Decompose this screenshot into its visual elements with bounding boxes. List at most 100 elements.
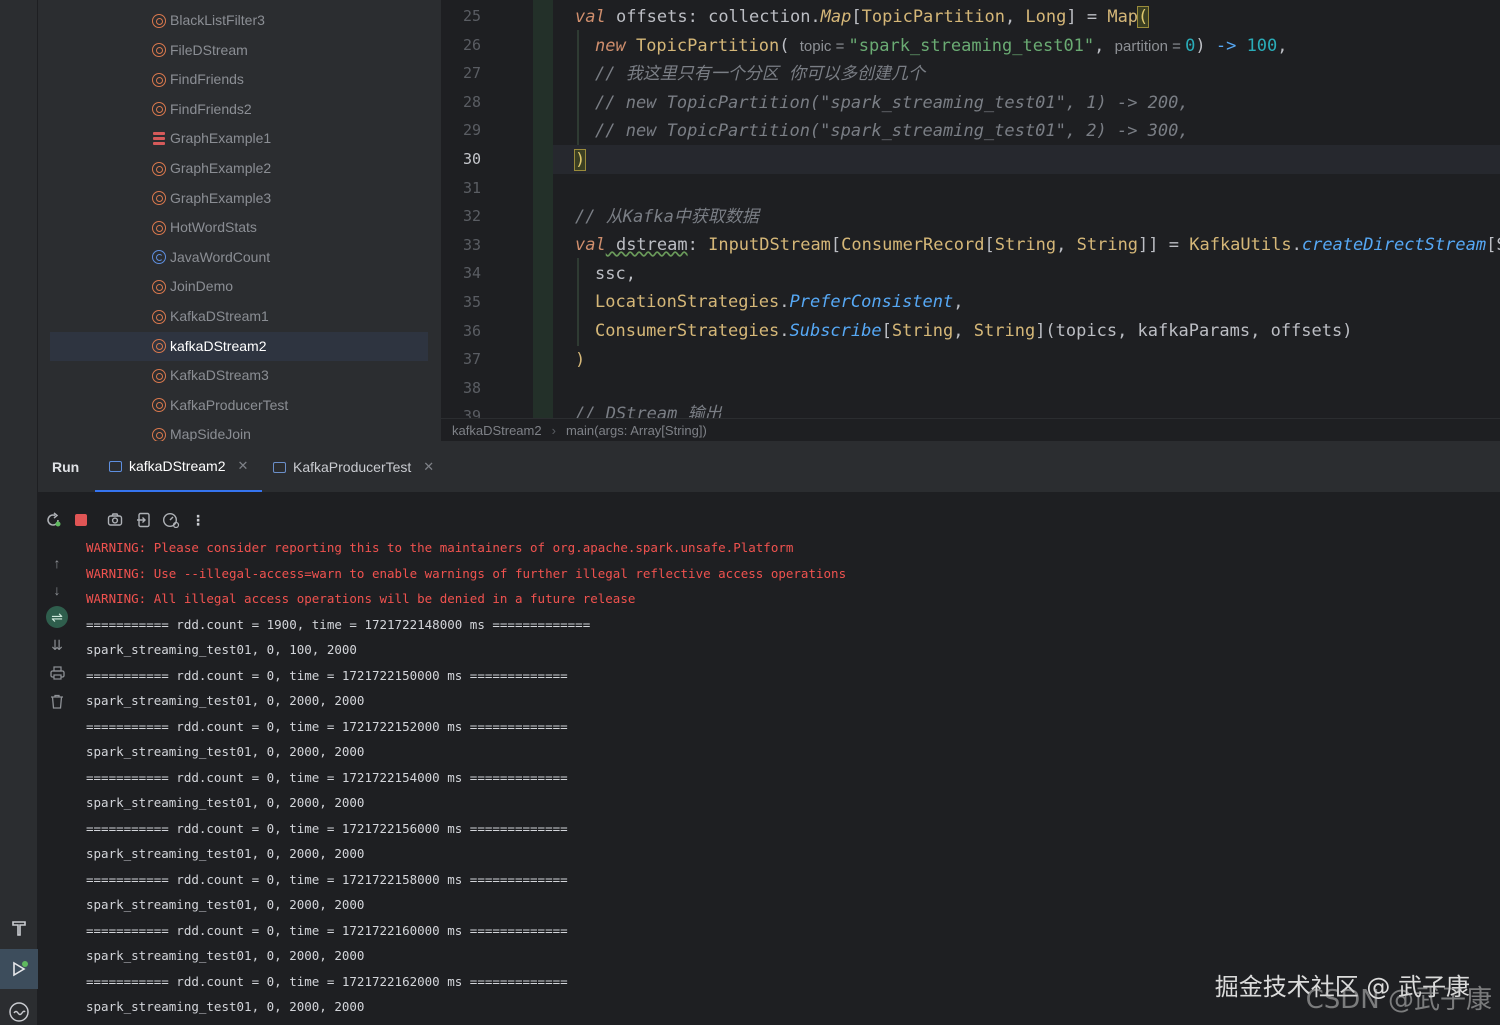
terminal-icon [9,1002,29,1022]
stack-icon [151,131,166,146]
console-output-line: =========== rdd.count = 0, time = 172172… [86,820,568,836]
object-icon [151,220,166,235]
console-output-line: =========== rdd.count = 0, time = 172172… [86,718,568,734]
build-tool-button[interactable] [0,908,38,948]
tree-item[interactable]: KafkaProducerTest [50,391,428,420]
console-output-line: =========== rdd.count = 0, time = 172172… [86,667,568,683]
code-editor[interactable]: 25 26 27 28 29 30 31 32 33 34 35 36 37 38 39 val offse… [441,0,1500,418]
tree-item-label: JoinDemo [170,278,234,295]
line-number: 29 [462,121,481,140]
line-number: 38 [462,378,481,397]
tree-item-label: KafkaDStream3 [170,367,269,384]
code-line-33: val dstream: InputDStream[ConsumerRecord… [575,235,1500,255]
tree-item[interactable]: KafkaDStream1 [50,302,428,331]
object-icon [151,279,166,294]
tab-kafkaproducertest[interactable]: KafkaProducerTest ✕ [273,442,434,492]
camera-icon [107,513,123,526]
screenshot-button[interactable] [105,510,125,530]
console-warning-line: WARNING: All illegal access operations w… [86,591,636,606]
code-line-35: LocationStrategies.PreferConsistent, [595,292,964,312]
line-number-gutter: 25 26 27 28 29 30 31 32 33 34 35 36 37 38 39 [441,0,533,418]
console-output-line: =========== rdd.count = 0, time = 172172… [86,769,568,785]
console-output-line: =========== rdd.count = 0, time = 172172… [86,871,568,887]
tab-label: KafkaProducerTest [293,459,412,475]
tree-item-label: HotWordStats [170,219,257,236]
printer-icon [49,666,65,680]
stop-button[interactable] [71,510,91,530]
watermark-csdn: CSDN @武子康 [1305,985,1492,1015]
run-tool-button[interactable] [0,949,38,989]
watermark: 掘金技术社区 @ 武子康 CSDN @武子康 [1192,967,1492,1015]
tree-item-label: GraphExample1 [170,130,272,147]
soft-wrap-button[interactable]: ⇌ [46,606,68,628]
tree-item-label: FileDStream [170,41,248,58]
console-output-line: =========== rdd.count = 0, time = 172172… [86,973,568,989]
tree-item[interactable]: kafkaDStream2 [50,331,428,361]
chevron-right-icon: › [551,422,556,438]
tree-item-label: MapSideJoin [170,426,251,441]
tree-item[interactable]: HotWordStats [50,213,428,242]
breadcrumb-file[interactable]: kafkaDStream2 [452,423,542,438]
line-number: 36 [462,321,481,340]
tree-item[interactable]: KafkaDStream3 [50,361,428,390]
more-options-button[interactable]: ⋮ [188,510,208,530]
exit-button[interactable] [134,510,154,530]
run-toolbar: ⋮ [38,504,1500,534]
console-output-line: spark_streaming_test01, 0, 2000, 2000 [86,744,365,759]
line-number: 35 [462,293,481,311]
line-number: 31 [462,178,481,197]
tree-item[interactable]: FindFriends2 [50,95,428,124]
arrow-up-icon: ↑ [53,555,61,571]
console-warning-line: WARNING: Use --illegal-access=warn to en… [86,565,847,581]
rerun-icon [47,512,61,527]
line-number: 26 [462,35,481,54]
breadcrumb-method[interactable]: main(args: Array[String]) [566,423,707,438]
code-line-32: // 从Kafka中获取数据 [575,207,759,227]
tree-item[interactable]: JoinDemo [50,272,428,301]
rerun-button[interactable] [43,510,63,530]
tree-item-label: FindFriends [170,71,244,88]
tree-item-label: JavaWordCount [170,248,271,265]
tree-item[interactable]: GraphExample2 [50,154,428,183]
print-button[interactable] [46,662,68,684]
close-icon[interactable]: ✕ [237,458,248,474]
clear-console-button[interactable] [46,690,68,712]
tab-kafkadstream2[interactable]: kafkaDStream2 ✕ [95,442,263,492]
hammer-icon [12,921,26,936]
close-icon[interactable]: ✕ [423,459,434,475]
object-icon [151,427,166,441]
trash-icon [51,694,63,709]
tree-item-label: BlackListFilter3 [170,12,265,28]
run-config-icon [273,461,286,473]
tree-item[interactable]: MapSideJoin [50,420,428,441]
scroll-to-end-button[interactable]: ⇊ [46,634,68,656]
code-line-30: ) [573,149,587,171]
tree-item[interactable]: JavaWordCount [50,243,428,272]
tree-item-label: FindFriends2 [170,100,252,117]
scroll-end-icon: ⇊ [51,636,63,653]
exit-icon [137,512,150,528]
param-hint-partition: partition = [1114,38,1186,55]
tree-item[interactable]: GraphExample3 [50,184,428,213]
profiler-button[interactable] [161,510,181,530]
indent-guide [577,258,579,346]
wrap-icon: ⇌ [51,608,63,625]
tree-item[interactable]: BlackListFilter3 [50,6,428,35]
gauge-icon [162,512,180,528]
run-icon [13,961,28,977]
console-output-line: spark_streaming_test01, 0, 2000, 2000 [86,999,365,1014]
tree-item[interactable]: FindFriends [50,65,428,94]
tree-item[interactable]: GraphExample1 [50,124,428,153]
terminal-tool-button[interactable] [0,992,38,1025]
tree-item[interactable]: FileDStream [50,36,428,65]
console-output-line: spark_streaming_test01, 0, 2000, 2000 [86,948,365,963]
scroll-up-button[interactable]: ↑ [46,552,68,574]
object-icon [151,398,166,413]
line-number: 37 [462,350,481,369]
code-line-28: // new TopicPartition("spark_streaming_t… [595,93,1189,113]
left-tool-strip [0,0,38,1025]
arrow-down-icon: ↓ [53,582,61,598]
scroll-down-button[interactable]: ↓ [46,579,68,601]
console-output-line: spark_streaming_test01, 0, 2000, 2000 [86,846,365,861]
object-icon [151,309,166,324]
